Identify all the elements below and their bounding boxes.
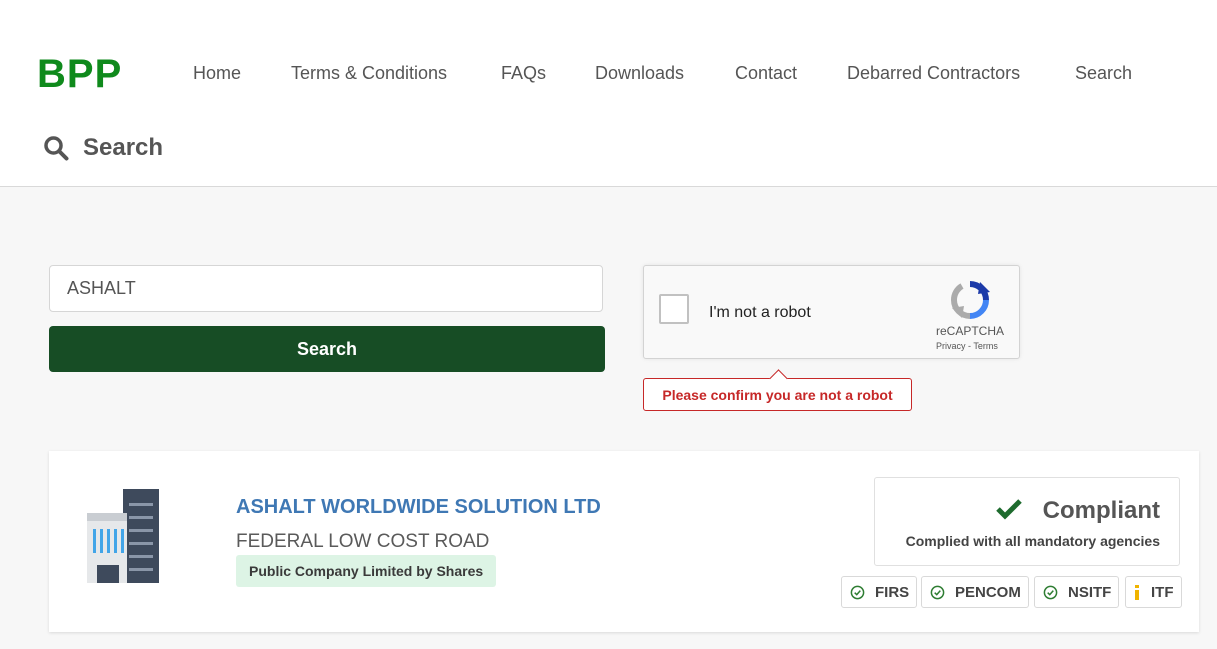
- nav-faqs[interactable]: FAQs: [501, 62, 546, 84]
- search-icon: [44, 136, 69, 161]
- recaptcha-checkbox[interactable]: [659, 294, 689, 324]
- agency-badge-itf: ITF: [1125, 576, 1182, 608]
- recaptcha-logo-icon: [950, 281, 990, 319]
- page-title-text: Search: [83, 134, 164, 161]
- agency-badge-pencom: PENCOM: [921, 576, 1029, 608]
- recaptcha-label: I'm not a robot: [709, 304, 811, 321]
- nav-home[interactable]: Home: [193, 62, 241, 84]
- company-address: FEDERAL LOW COST ROAD: [236, 531, 490, 552]
- captcha-error-text: Please confirm you are not a robot: [662, 386, 893, 403]
- compliance-status-description: Complied with all mandatory agencies: [905, 533, 1160, 549]
- captcha-error-arrow: [769, 369, 788, 388]
- recaptcha-widget: I'm not a robot reCAPTCHA Privacy - Term…: [643, 265, 1020, 359]
- agency-label: FIRS: [875, 583, 910, 601]
- search-button[interactable]: Search: [49, 326, 605, 372]
- nav-terms-conditions[interactable]: Terms & Conditions: [291, 62, 447, 84]
- building-icon: [87, 489, 159, 583]
- search-input[interactable]: [49, 265, 603, 312]
- agency-label: NSITF: [1068, 583, 1112, 601]
- compliance-status: Compliant Complied with all mandatory ag…: [874, 477, 1180, 566]
- nav-downloads[interactable]: Downloads: [595, 62, 684, 84]
- agency-label: PENCOM: [955, 583, 1021, 601]
- company-name-link[interactable]: ASHALT WORLDWIDE SOLUTION LTD: [236, 496, 601, 519]
- agency-label: ITF: [1151, 583, 1174, 601]
- nav-contact[interactable]: Contact: [735, 62, 797, 84]
- company-type-badge: Public Company Limited by Shares: [236, 555, 497, 587]
- nav-debarred-contractors[interactable]: Debarred Contractors: [847, 62, 1020, 84]
- info-icon: [1133, 584, 1141, 600]
- nav-search[interactable]: Search: [1075, 62, 1132, 84]
- agency-badge-nsitf: NSITF: [1034, 576, 1120, 608]
- check-circle-icon: [1042, 585, 1058, 600]
- result-card: ASHALT WORLDWIDE SOLUTION LTD FEDERAL LO…: [49, 451, 1199, 632]
- site-logo[interactable]: BPP: [37, 52, 122, 96]
- checkmark-icon: [996, 499, 1022, 520]
- agency-badge-firs: FIRS: [841, 576, 918, 608]
- check-circle-icon: [849, 585, 865, 600]
- page-title: Search: [43, 133, 163, 163]
- site-header: BPP Home Terms & Conditions FAQs Downloa…: [0, 0, 1217, 187]
- compliance-status-title: Compliant: [1042, 497, 1160, 524]
- recaptcha-brand: reCAPTCHA: [936, 324, 1005, 338]
- captcha-error-message: Please confirm you are not a robot: [643, 369, 912, 411]
- check-circle-icon: [929, 585, 945, 600]
- recaptcha-links[interactable]: Privacy - Terms: [936, 341, 998, 351]
